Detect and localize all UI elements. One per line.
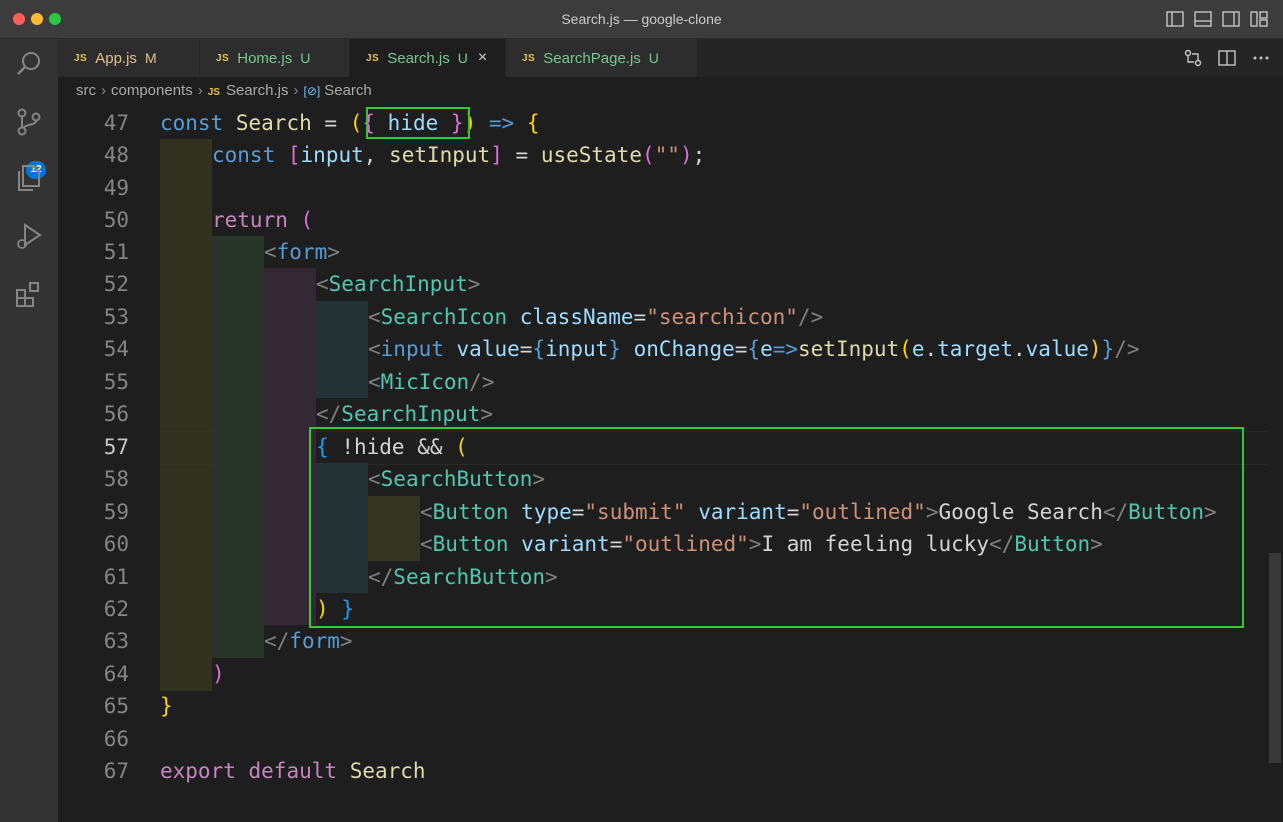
tab-app-js[interactable]: JS App.js M [58, 39, 200, 77]
line-content: ) [212, 662, 225, 686]
line-number: 56 [103, 402, 129, 426]
toggle-sidebar-icon[interactable] [1165, 9, 1185, 29]
customize-layout-icon[interactable] [1249, 9, 1269, 29]
highlight-box-hide-prop [366, 107, 470, 139]
line-content: <SearchInput> [316, 272, 481, 296]
code-line: 50 return ( [58, 204, 1268, 236]
breadcrumb-file[interactable]: Search.js [226, 82, 289, 99]
line-content: const [input, setInput] = useState(""); [212, 143, 706, 167]
extensions-icon[interactable] [12, 277, 46, 311]
explorer-icon[interactable] [12, 161, 46, 195]
code-line: 49 [58, 172, 1268, 204]
search-icon[interactable] [12, 47, 46, 81]
activity-bar: 12 [0, 39, 58, 822]
tab-label: Search.js [387, 49, 450, 67]
line-content: </form> [264, 629, 353, 653]
code-line: 65 } [58, 690, 1268, 722]
more-actions-icon[interactable] [1251, 48, 1271, 68]
line-number: 53 [103, 305, 129, 329]
breadcrumb: src › components › JS Search.js › [⊘] Search [58, 77, 1283, 105]
tab-label: Home.js [237, 49, 293, 67]
line-number: 51 [103, 240, 129, 264]
code-line: 64 ) [58, 658, 1268, 690]
tab-searchpage-js[interactable]: JS SearchPage.js U [506, 39, 698, 77]
js-file-icon: JS [207, 87, 220, 98]
tab-status: U [457, 50, 468, 66]
code-line: 54 <input value={input} onChange={e=>set… [58, 333, 1268, 365]
line-number: 67 [103, 759, 129, 783]
line-number: 66 [103, 727, 129, 751]
line-content: export default Search [160, 759, 426, 783]
line-number: 47 [103, 111, 129, 135]
line-number: 58 [103, 467, 129, 491]
code-line: 66 [58, 723, 1268, 755]
code-line: 55 <MicIcon/> [58, 366, 1268, 398]
line-number: 48 [103, 143, 129, 167]
line-content: <MicIcon/> [368, 370, 495, 394]
tab-label: SearchPage.js [543, 49, 641, 67]
line-content: return ( [212, 208, 314, 232]
highlight-box-conditional-render [309, 427, 1244, 628]
close-tab-icon[interactable]: × [478, 49, 487, 67]
line-number: 54 [103, 337, 129, 361]
code-line: 52 <SearchInput> [58, 268, 1268, 300]
line-number: 61 [103, 565, 129, 589]
breadcrumb-src[interactable]: src [76, 82, 96, 99]
split-editor-icon[interactable] [1217, 48, 1237, 68]
line-content: </SearchInput> [316, 402, 494, 426]
code-line: 51 <form> [58, 236, 1268, 268]
title-bar: Search.js — google-clone [0, 0, 1283, 39]
chevron-right-icon: › [293, 82, 299, 99]
line-number: 57 [103, 435, 129, 459]
code-line: 48 const [input, setInput] = useState(""… [58, 139, 1268, 171]
compare-changes-icon[interactable] [1183, 48, 1203, 68]
line-number: 52 [103, 272, 129, 296]
layout-controls [1165, 9, 1269, 29]
breadcrumb-symbol[interactable]: Search [324, 82, 372, 99]
code-line: 67 export default Search [58, 755, 1268, 787]
toggle-secondary-sidebar-icon[interactable] [1221, 9, 1241, 29]
line-number: 49 [103, 176, 129, 200]
line-number: 59 [103, 500, 129, 524]
chevron-right-icon: › [101, 82, 106, 99]
tab-status: U [648, 50, 659, 66]
line-number: 65 [103, 694, 129, 718]
line-content: <input value={input} onChange={e=>setInp… [368, 337, 1140, 361]
line-number: 50 [103, 208, 129, 232]
js-file-icon: JS [366, 52, 380, 64]
js-file-icon: JS [216, 52, 230, 64]
toggle-panel-icon[interactable] [1193, 9, 1213, 29]
run-debug-icon[interactable] [12, 219, 46, 253]
editor-actions [1183, 48, 1271, 68]
chevron-right-icon: › [197, 82, 203, 99]
line-content: const Search = ({ hide }) => { [160, 111, 540, 135]
tab-status: M [144, 50, 157, 66]
line-content: <form> [264, 240, 340, 264]
tab-status: U [300, 50, 311, 66]
code-line: 63 </form> [58, 625, 1268, 657]
js-file-icon: JS [522, 52, 536, 64]
code-line: 56 </SearchInput> [58, 398, 1268, 430]
line-number: 60 [103, 532, 129, 556]
line-number: 55 [103, 370, 129, 394]
js-file-icon: JS [74, 52, 88, 64]
code-line: 47 const Search = ({ hide }) => { [58, 107, 1268, 139]
line-content: <SearchIcon className="searchicon"/> [368, 305, 824, 329]
source-control-icon[interactable] [12, 105, 46, 139]
tab-search-js[interactable]: JS Search.js U × [350, 39, 506, 77]
vertical-scrollbar[interactable] [1267, 107, 1283, 822]
line-number: 62 [103, 597, 129, 621]
scrollbar-thumb[interactable] [1269, 553, 1281, 763]
line-content: } [160, 694, 173, 718]
tab-bar: JS App.js M JS Home.js U JS Search.js U … [58, 39, 1283, 77]
tab-label: App.js [95, 49, 137, 67]
symbol-icon: [⊘] [303, 84, 321, 98]
line-number: 64 [103, 662, 129, 686]
breadcrumb-components[interactable]: components [111, 82, 193, 99]
window-title: Search.js — google-clone [561, 11, 722, 27]
line-number: 63 [103, 629, 129, 653]
code-line: 53 <SearchIcon className="searchicon"/> [58, 301, 1268, 333]
tab-home-js[interactable]: JS Home.js U [200, 39, 350, 77]
